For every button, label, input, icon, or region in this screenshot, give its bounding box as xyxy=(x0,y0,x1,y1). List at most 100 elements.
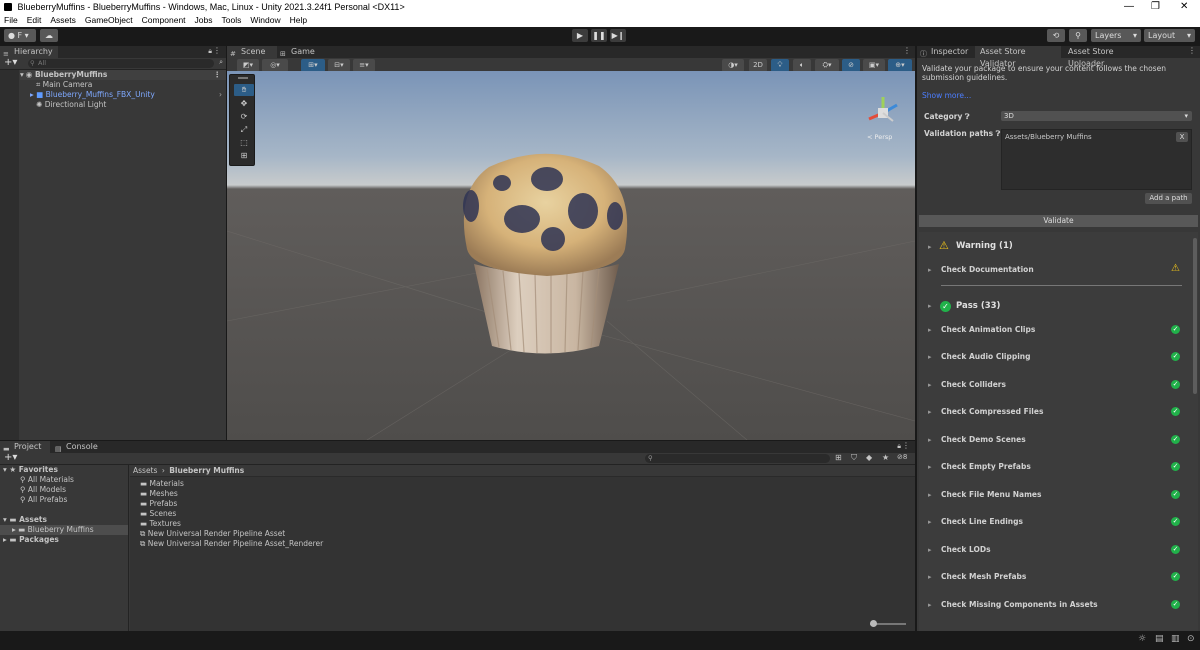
project-search-input[interactable]: ⚲ xyxy=(645,454,830,463)
drag-handle[interactable] xyxy=(238,77,248,79)
debug-icon[interactable]: ☼ xyxy=(1138,634,1146,644)
project-file[interactable]: ⧉ New Universal Render Pipeline Asset_Re… xyxy=(140,539,323,549)
history-button[interactable]: ⟲ xyxy=(1047,29,1065,42)
play-button[interactable]: ▶ xyxy=(572,29,588,42)
pass-item[interactable]: Check Demo Scenes xyxy=(941,434,1026,446)
maximize-icon[interactable]: ❐ xyxy=(1151,0,1160,13)
menu-tools[interactable]: Tools xyxy=(222,14,242,27)
pass-item[interactable]: Check Line Endings xyxy=(941,516,1023,528)
expand-arrow-icon[interactable]: ▸ xyxy=(928,266,932,274)
pass-item[interactable]: Check Animation Clips xyxy=(941,324,1035,336)
tab-game[interactable]: ⊞ Game xyxy=(277,46,323,58)
pass-item[interactable]: Check Mesh Prefabs xyxy=(941,571,1026,583)
hierarchy-item[interactable]: ✺ Directional Light xyxy=(36,100,106,110)
zoom-slider[interactable] xyxy=(870,620,906,627)
add-icon[interactable]: +▾ xyxy=(4,452,17,463)
favorites-header[interactable]: ▾ ★ Favorites xyxy=(3,465,58,475)
expand-arrow-icon[interactable]: ▸ xyxy=(928,381,932,389)
project-file[interactable]: ▬ Meshes xyxy=(140,489,178,499)
category-dropdown[interactable]: 3D ▾ xyxy=(1001,111,1192,121)
expand-arrow-icon[interactable]: ▸ xyxy=(928,436,932,444)
account-button[interactable]: ● F ▾ xyxy=(4,29,36,42)
scale-tool-button[interactable]: ⤢ xyxy=(234,124,254,136)
warning-group-header[interactable]: Warning (1) xyxy=(956,241,1013,251)
pass-item[interactable]: Check Compressed Files xyxy=(941,406,1043,418)
results-scrollbar[interactable] xyxy=(1193,238,1197,394)
favorite-item[interactable]: ⚲ All Models xyxy=(20,485,66,495)
project-file[interactable]: ⧉ New Universal Render Pipeline Asset xyxy=(140,529,285,539)
menu-window[interactable]: Window xyxy=(250,14,280,27)
kebab-menu-icon[interactable]: ⋮ xyxy=(903,46,911,55)
zoom-slider-handle[interactable] xyxy=(870,620,877,627)
scene-visibility-icon[interactable]: ⌕ xyxy=(219,58,223,67)
view-tool-button[interactable]: ✋︎ xyxy=(234,84,254,96)
expand-arrow-icon[interactable]: ▸ xyxy=(928,573,932,581)
pass-item[interactable]: Check LODs xyxy=(941,544,991,556)
project-file[interactable]: ▬ Materials xyxy=(140,479,184,489)
expand-arrow-icon[interactable]: ▸ xyxy=(928,491,932,499)
menu-gameobject[interactable]: GameObject xyxy=(85,14,133,27)
hierarchy-item[interactable]: ⌗ Main Camera xyxy=(36,80,92,90)
assets-root[interactable]: ▾ ▬ Assets xyxy=(3,515,47,525)
tab-asset-store-validator[interactable]: Asset Store Validator xyxy=(975,46,1061,68)
warning-item[interactable]: Check Documentation xyxy=(941,264,1034,276)
validation-path-item[interactable]: Assets/Blueberry Muffins xyxy=(1005,133,1092,141)
favorite-item[interactable]: ⚲ All Materials xyxy=(20,475,74,485)
pass-group-header[interactable]: Pass (33) xyxy=(956,301,1000,311)
expand-arrow-icon[interactable]: ▸ xyxy=(928,243,932,251)
cloud-button[interactable]: ☁ xyxy=(40,29,58,42)
pass-item[interactable]: Check Audio Clipping xyxy=(941,351,1030,363)
tab-inspector[interactable]: ⓘ Inspector xyxy=(917,46,975,58)
pass-item[interactable]: Check Empty Prefabs xyxy=(941,461,1031,473)
menu-jobs[interactable]: Jobs xyxy=(195,14,213,27)
validate-button[interactable]: Validate xyxy=(919,215,1198,227)
hierarchy-search-input[interactable]: ⚲ All xyxy=(28,59,214,68)
kebab-menu-icon[interactable]: ⋮ xyxy=(1188,46,1196,55)
cache-icon[interactable]: ▤ xyxy=(1155,634,1164,644)
expand-arrow-icon[interactable]: ▸ xyxy=(928,302,932,310)
hierarchy-item[interactable]: ▸ ■ Blueberry_Muffins_FBX_Unity › xyxy=(30,90,226,100)
pass-item[interactable]: Check Colliders xyxy=(941,379,1006,391)
kebab-menu-icon[interactable]: ⋮ xyxy=(213,46,221,55)
lock-icon[interactable]: 🔒︎ xyxy=(897,442,901,451)
expand-arrow-icon[interactable]: ▸ xyxy=(928,518,932,526)
move-tool-button[interactable]: ✥ xyxy=(234,98,254,110)
tag-icon[interactable]: ◆ xyxy=(866,453,872,462)
remove-path-button[interactable]: X xyxy=(1176,132,1188,142)
layout-dropdown[interactable]: Layout ▾ xyxy=(1144,29,1195,42)
hidden-packages-button[interactable]: ⊘8 xyxy=(897,453,907,461)
breadcrumb-assets[interactable]: Assets xyxy=(133,466,157,475)
project-file[interactable]: ▬ Textures xyxy=(140,519,181,529)
minimize-icon[interactable]: — xyxy=(1124,0,1134,13)
pause-button[interactable]: ❚❚ xyxy=(591,29,607,42)
expand-arrow-icon[interactable]: ▸ xyxy=(928,546,932,554)
kebab-menu-icon[interactable]: ⋮ xyxy=(214,70,222,80)
close-icon[interactable]: ✕ xyxy=(1180,0,1188,13)
favorite-icon[interactable]: ★ xyxy=(882,453,889,462)
project-file[interactable]: ▬ Prefabs xyxy=(140,499,177,509)
favorite-item[interactable]: ⚲ All Prefabs xyxy=(20,495,67,505)
search-by-label-icon[interactable]: ⛉ xyxy=(851,453,857,463)
packages-root[interactable]: ▸ ▬ Packages xyxy=(3,535,59,545)
kebab-menu-icon[interactable]: ⋮ xyxy=(902,441,910,450)
orientation-gizmo[interactable] xyxy=(863,93,903,137)
menu-assets[interactable]: Assets xyxy=(50,14,76,27)
menu-edit[interactable]: Edit xyxy=(27,14,42,27)
add-icon[interactable]: +▾ xyxy=(4,57,17,68)
status-ok-icon[interactable]: ⊙ xyxy=(1187,634,1195,644)
tab-asset-store-uploader[interactable]: Asset Store Uploader xyxy=(1063,46,1149,68)
search-by-type-icon[interactable]: ⊞ xyxy=(835,453,842,462)
menu-file[interactable]: File xyxy=(4,14,18,27)
chevron-right-icon[interactable]: › xyxy=(219,90,222,100)
rotate-tool-button[interactable]: ⟳ xyxy=(234,111,254,123)
step-button[interactable]: ▶❙ xyxy=(610,29,626,42)
breadcrumb-folder[interactable]: Blueberry Muffins xyxy=(169,466,244,475)
hierarchy-scene-root[interactable]: ▾ ◉ BlueberryMuffins ⋮ xyxy=(20,70,226,80)
menu-help[interactable]: Help xyxy=(290,14,307,27)
expand-arrow-icon[interactable]: ▸ xyxy=(928,353,932,361)
tab-console[interactable]: ▤ Console xyxy=(52,441,102,453)
expand-arrow-icon[interactable]: ▸ xyxy=(928,408,932,416)
asset-folder-selected[interactable]: ▸ ▬ Blueberry Muffins xyxy=(0,525,128,535)
add-path-button[interactable]: Add a path xyxy=(1145,193,1192,204)
scene-viewport[interactable]: ✋︎ ✥ ⟳ ⤢ ⬚ ⊞ < Persp xyxy=(227,71,915,440)
